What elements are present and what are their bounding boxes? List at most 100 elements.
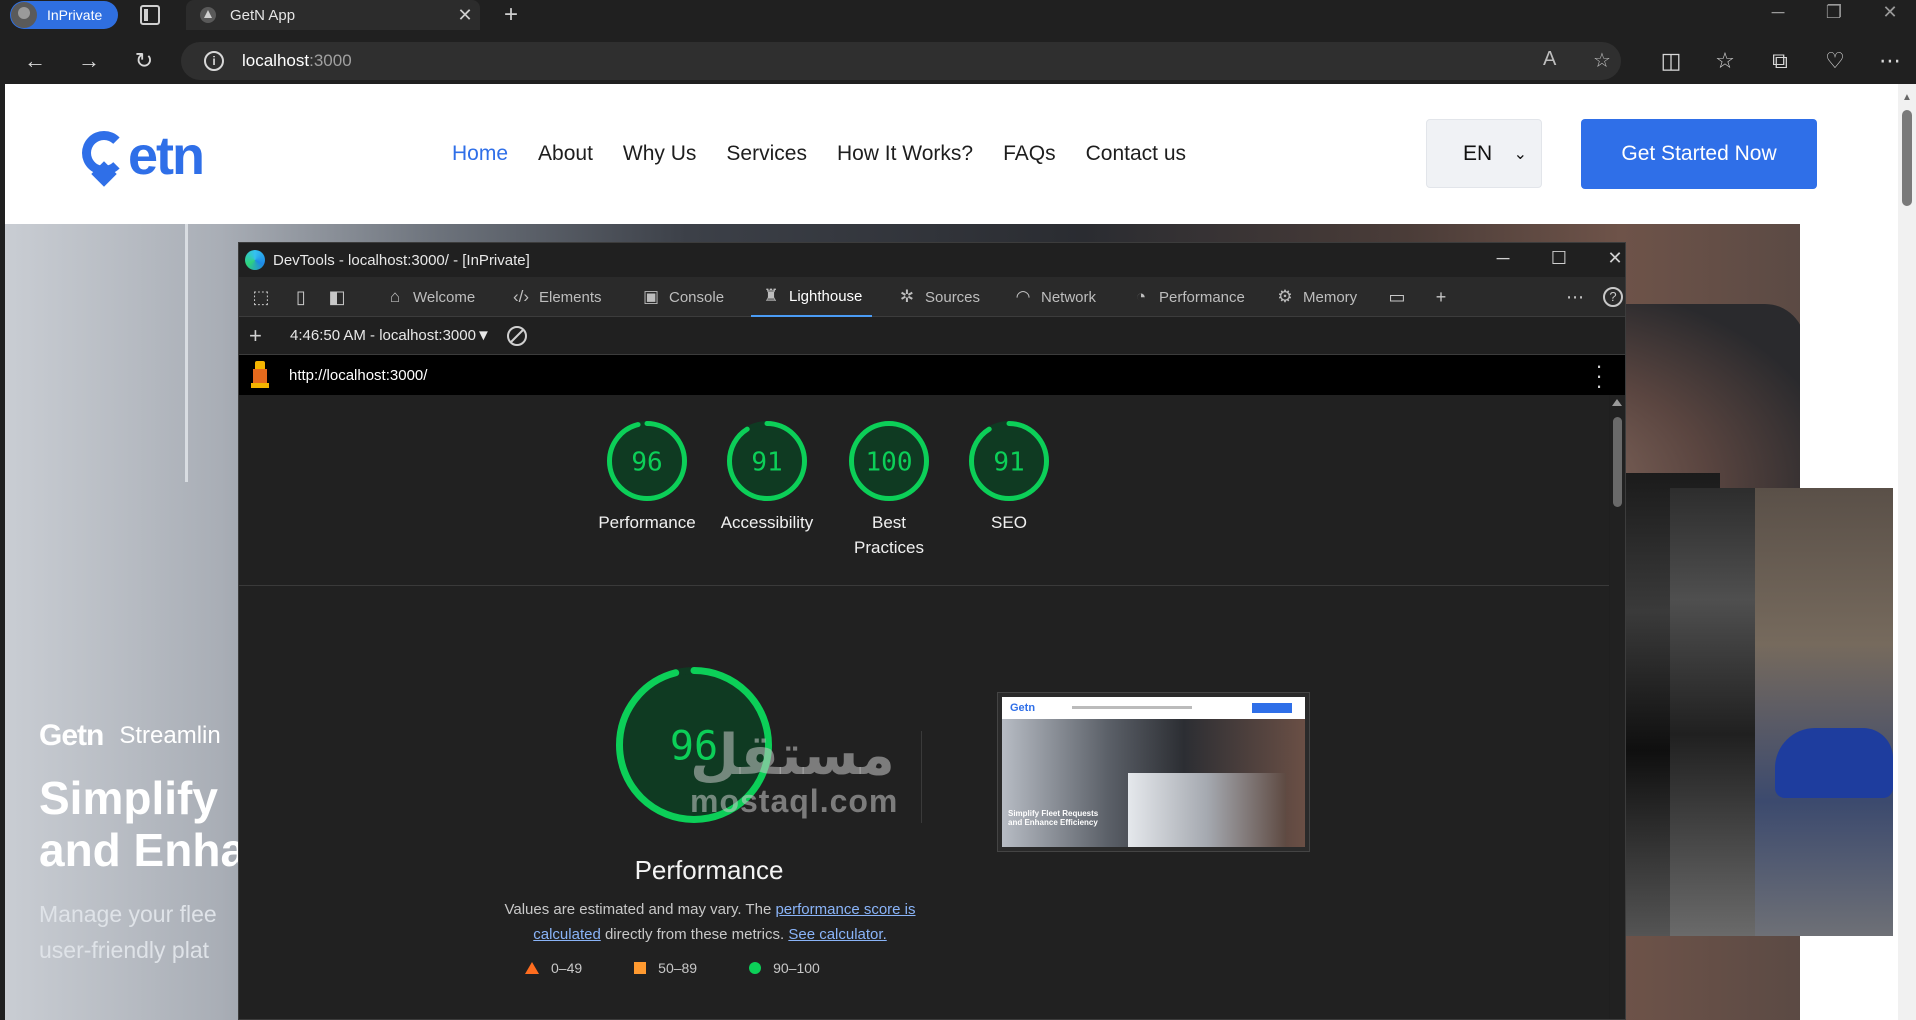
- hero-decor-line: [185, 224, 188, 482]
- favorites-icon[interactable]: ☆: [1708, 44, 1742, 78]
- see-calculator-link[interactable]: See calculator.: [788, 926, 886, 943]
- lighthouse-report: 96 Performance 91 Accessibility 100 Best Prac…: [239, 395, 1609, 1019]
- refresh-icon[interactable]: ↻: [127, 44, 161, 78]
- dock-side-icon[interactable]: ◧: [325, 285, 349, 309]
- read-aloud-icon[interactable]: A: [1543, 48, 1556, 71]
- gauge-value: 96: [631, 447, 662, 477]
- legend-average: 50–89: [634, 960, 697, 976]
- tab-memory[interactable]: ⚙ Memory: [1275, 277, 1357, 317]
- browser-tab-getn[interactable]: GetN App ✕: [186, 0, 480, 30]
- devtools-titlebar: DevTools - localhost:3000/ - [InPrivate]…: [239, 243, 1625, 277]
- nav-why-us[interactable]: Why Us: [623, 142, 697, 166]
- devtools-tab-strip: ⬚ ▯ ◧ ⌂ Welcome ‹/› Elements ▣ Console ♜ Lig…: [239, 277, 1625, 317]
- nav-about[interactable]: About: [538, 142, 593, 166]
- tab-close-icon[interactable]: ✕: [450, 5, 480, 26]
- tab-console[interactable]: ▣ Console: [641, 277, 724, 317]
- inspect-element-icon[interactable]: ⬚: [249, 285, 273, 309]
- score-gauge-best-practices[interactable]: 100 Best Practices: [839, 419, 939, 560]
- hero-brand-logo: Getn: [39, 719, 104, 752]
- logo-text: etn: [128, 126, 205, 186]
- browser-tab-bar: InPrivate GetN App ✕ + ─ ❐ ✕: [0, 0, 1916, 30]
- legend-fail: 0–49: [525, 960, 582, 976]
- getn-logo[interactable]: etn: [82, 126, 205, 187]
- nav-home[interactable]: Home: [452, 142, 508, 166]
- devtools-window: DevTools - localhost:3000/ - [InPrivate]…: [238, 242, 1626, 1020]
- nav-how-it-works[interactable]: How It Works?: [837, 142, 973, 166]
- report-scrollbar[interactable]: [1610, 395, 1625, 1019]
- score-gauge-accessibility[interactable]: 91 Accessibility: [717, 419, 817, 535]
- devtools-title: DevTools - localhost:3000/ - [InPrivate]: [273, 251, 530, 269]
- tab-sources[interactable]: ✲ Sources: [897, 277, 980, 317]
- add-panel-icon[interactable]: +: [1429, 285, 1453, 309]
- final-screenshot-thumbnail[interactable]: Getn Simplify Fleet Requests and Enhance…: [997, 692, 1310, 852]
- tab-favicon-icon: [200, 7, 216, 23]
- audited-url: http://localhost:3000/: [289, 367, 428, 384]
- close-window-icon[interactable]: ✕: [1870, 2, 1910, 23]
- wifi-icon: ◠: [1015, 287, 1031, 306]
- score-label: Performance: [598, 513, 696, 532]
- minimize-icon[interactable]: ─: [1758, 2, 1798, 23]
- new-report-icon[interactable]: +: [249, 323, 262, 349]
- help-icon[interactable]: ?: [1603, 287, 1623, 307]
- site-info-icon[interactable]: i: [204, 51, 224, 71]
- tab-elements[interactable]: ‹/› Elements: [511, 277, 602, 317]
- get-started-button[interactable]: Get Started Now: [1581, 119, 1817, 189]
- dropdown-caret-icon: ▼: [475, 327, 491, 344]
- square-icon: [634, 962, 647, 974]
- address-bar[interactable]: i localhost:3000 A ☆: [181, 42, 1621, 80]
- split-screen-icon[interactable]: ◫: [1654, 44, 1688, 78]
- devtools-minimize-icon[interactable]: ─: [1483, 248, 1523, 269]
- page-scroll-thumb[interactable]: [1902, 110, 1912, 206]
- report-menu-icon[interactable]: · · ·: [1594, 355, 1604, 397]
- score-label: Best Practices: [854, 513, 924, 557]
- more-panels-icon[interactable]: ▭: [1385, 285, 1409, 309]
- clear-reports-icon[interactable]: [507, 326, 527, 346]
- lighthouse-icon: ♜: [763, 286, 779, 305]
- address-port: :3000: [309, 51, 352, 70]
- mostaql-watermark: مستقل mostaql.com: [690, 728, 899, 819]
- back-icon[interactable]: ←: [18, 44, 52, 78]
- page-scrollbar[interactable]: ▲: [1898, 84, 1916, 1020]
- score-gauge-performance[interactable]: 96 Performance: [597, 419, 697, 535]
- score-legend: 0–49 50–89 90–100: [525, 960, 872, 976]
- tab-actions-icon[interactable]: [140, 5, 160, 25]
- inprivate-profile-button[interactable]: InPrivate: [10, 1, 118, 29]
- tab-lighthouse[interactable]: ♜ Lighthouse: [751, 277, 873, 317]
- nav-faqs[interactable]: FAQs: [1003, 142, 1056, 166]
- favorite-star-icon[interactable]: ☆: [1593, 48, 1611, 73]
- gauge-value: 91: [993, 447, 1024, 477]
- main-nav: Home About Why Us Services How It Works?…: [452, 142, 1216, 166]
- forward-icon[interactable]: →: [72, 44, 106, 78]
- devtools-menu-icon[interactable]: ⋯: [1563, 285, 1587, 309]
- hero-brand-row: Getn Streamlin: [39, 719, 221, 753]
- watermark-latin: mostaql.com: [690, 783, 899, 819]
- settings-more-icon[interactable]: ⋯: [1873, 44, 1907, 78]
- nav-contact-us[interactable]: Contact us: [1086, 142, 1186, 166]
- nav-services[interactable]: Services: [726, 142, 807, 166]
- devtools-close-icon[interactable]: ✕: [1595, 248, 1625, 269]
- language-value: EN: [1463, 141, 1493, 165]
- devtools-maximize-icon[interactable]: ☐: [1539, 248, 1579, 269]
- language-select[interactable]: EN ⌄: [1426, 119, 1542, 188]
- lighthouse-toolbar: + 4:46:50 AM - localhost:3000▼: [239, 317, 1625, 355]
- collections-icon[interactable]: ⧉: [1763, 44, 1797, 78]
- browser-toolbar: ← → ↻ i localhost:3000 A ☆ ◫ ☆ ⧉ ♡ ⋯: [0, 40, 1916, 82]
- report-scroll-thumb[interactable]: [1613, 417, 1622, 507]
- tab-network[interactable]: ◠ Network: [1013, 277, 1096, 317]
- lighthouse-logo-icon: [251, 361, 269, 389]
- report-selector[interactable]: 4:46:50 AM - localhost:3000▼: [290, 327, 491, 344]
- gauge-value: 100: [866, 447, 913, 477]
- chevron-down-icon: ⌄: [1513, 145, 1527, 163]
- report-scroll-up-icon[interactable]: [1612, 399, 1622, 406]
- new-tab-icon[interactable]: +: [496, 1, 526, 29]
- tab-welcome[interactable]: ⌂ Welcome: [385, 277, 475, 317]
- device-emulation-icon[interactable]: ▯: [289, 285, 313, 309]
- tab-title: GetN App: [230, 6, 296, 24]
- inprivate-label: InPrivate: [47, 7, 103, 23]
- score-gauge-seo[interactable]: 91 SEO: [959, 419, 1059, 535]
- scroll-up-icon[interactable]: ▲: [1902, 92, 1912, 103]
- restore-icon[interactable]: ❐: [1814, 2, 1854, 23]
- browser-essentials-icon[interactable]: ♡: [1818, 44, 1852, 78]
- tab-performance[interactable]: ◔ Performance: [1131, 277, 1245, 317]
- lighthouse-url-bar: http://localhost:3000/ · · ·: [239, 355, 1625, 397]
